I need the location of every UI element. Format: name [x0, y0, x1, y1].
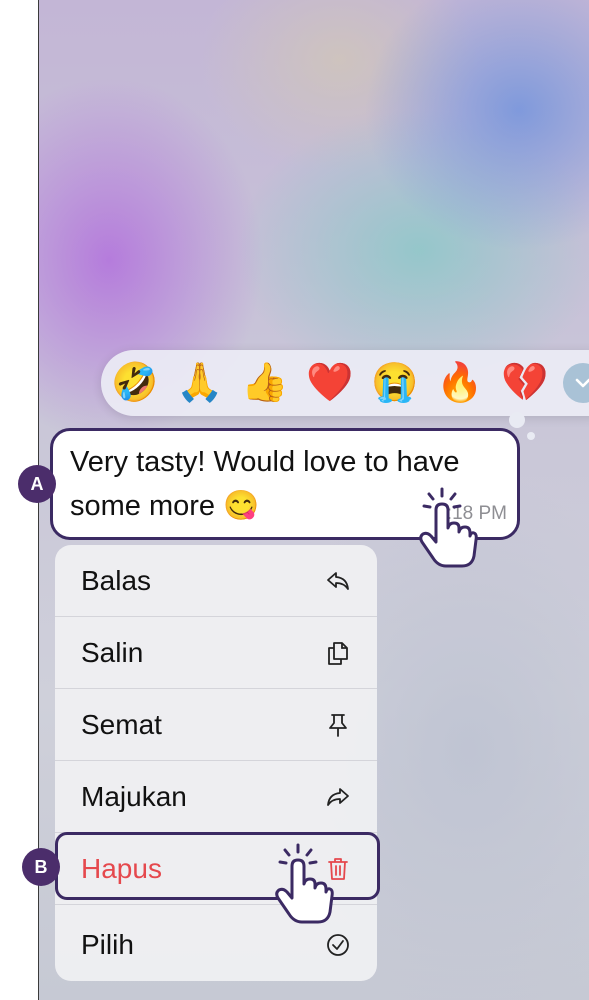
- chevron-down-icon: [575, 378, 589, 388]
- tap-hand-icon: [419, 487, 478, 568]
- menu-item-label: Semat: [81, 709, 162, 740]
- copy-icon: [328, 642, 348, 665]
- forward-icon: [327, 788, 349, 806]
- more-reactions-button[interactable]: [563, 363, 589, 403]
- menu-item-pin[interactable]: Semat: [55, 689, 377, 761]
- check-circle-icon: [327, 934, 349, 956]
- reaction-fire[interactable]: 🔥: [436, 359, 484, 407]
- pin-icon: [329, 714, 347, 737]
- reaction-rofl[interactable]: 🤣: [111, 359, 159, 407]
- annotation-label-a: A: [18, 465, 56, 503]
- reaction-pray[interactable]: 🙏: [176, 359, 224, 407]
- menu-item-copy[interactable]: Salin: [55, 617, 377, 689]
- menu-item-label: Majukan: [81, 781, 187, 812]
- reaction-crying[interactable]: 😭: [371, 359, 419, 407]
- reply-icon: [327, 572, 349, 590]
- menu-item-label: Balas: [81, 565, 152, 596]
- reaction-heart[interactable]: ❤️: [306, 359, 354, 407]
- menu-item-reply[interactable]: Balas: [55, 545, 377, 617]
- message-line-1: Very tasty! Would love to have: [70, 446, 460, 478]
- tap-hand-icon: [275, 843, 334, 924]
- menu-item-forward[interactable]: Majukan: [55, 761, 377, 833]
- bubble-tail-dot-small: [527, 432, 535, 440]
- reaction-thumbs-up[interactable]: 👍: [241, 359, 289, 407]
- menu-item-label: Pilih: [81, 929, 134, 960]
- reaction-broken-heart[interactable]: 💔: [501, 359, 549, 407]
- menu-item-label: Salin: [81, 637, 144, 668]
- reaction-bar: 🤣 🙏 👍 ❤️ 😭 🔥 💔: [101, 350, 589, 416]
- annotation-label-b: B: [22, 848, 60, 886]
- bubble-tail-dot: [509, 412, 525, 428]
